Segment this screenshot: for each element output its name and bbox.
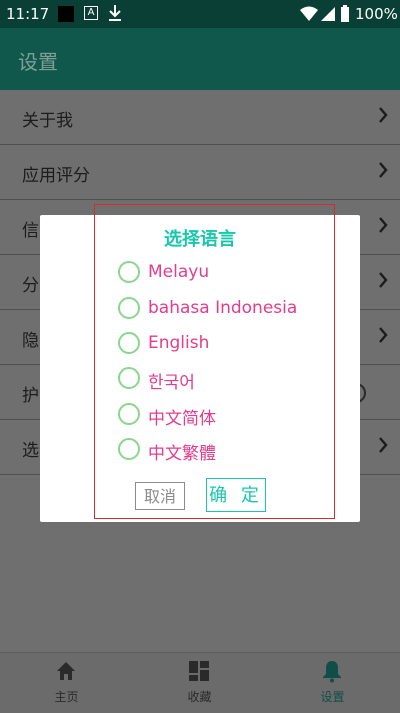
chevron-right-icon	[379, 327, 388, 343]
chevron-right-icon	[379, 107, 388, 123]
language-option-label: 中文繁體	[148, 444, 216, 464]
radio-button[interactable]	[118, 438, 140, 460]
nav-label: 设置	[320, 690, 345, 704]
nav-label: 主页	[54, 690, 79, 704]
focus-highlight-frame	[94, 204, 335, 519]
status-bar: 11:17 A 100%	[0, 0, 400, 28]
bottom-nav: 主页 收藏 设置	[0, 652, 400, 713]
download-icon	[109, 5, 121, 21]
settings-item-label: 选	[22, 441, 39, 461]
settings-item-label: 关于我	[22, 111, 73, 131]
radio-button[interactable]	[118, 332, 140, 354]
language-option-label: English	[148, 333, 210, 353]
radio-button[interactable]	[118, 403, 140, 425]
language-option-label: bahasa Indonesia	[148, 298, 298, 318]
cancel-button[interactable]: 取消	[135, 482, 185, 510]
signal-icon	[321, 7, 335, 21]
radio-button[interactable]	[118, 261, 140, 283]
status-time: 11:17	[6, 5, 50, 23]
app-bar: 设置	[0, 28, 400, 90]
chevron-right-icon	[379, 437, 388, 453]
chevron-right-icon	[379, 217, 388, 233]
confirm-button[interactable]: 确 定	[206, 478, 266, 512]
wifi-icon	[300, 6, 318, 21]
nav-favorites[interactable]: 收藏	[133, 653, 266, 713]
settings-item-label: 隐	[22, 331, 39, 351]
battery-icon	[341, 5, 349, 22]
language-option-label: Melayu	[148, 262, 210, 282]
language-option-label: 한국어	[148, 373, 195, 393]
radio-button[interactable]	[118, 367, 140, 389]
settings-item-label: 护	[22, 386, 39, 406]
nav-settings[interactable]: 设置	[266, 653, 399, 713]
bell-icon	[323, 661, 341, 683]
nav-label: 收藏	[187, 690, 212, 704]
nav-home[interactable]: 主页	[0, 653, 133, 713]
settings-item-label: 应用评分	[22, 166, 90, 186]
notification-a-icon: A	[84, 6, 98, 20]
chevron-right-icon	[379, 162, 388, 178]
settings-item-label: 分	[22, 276, 39, 296]
language-option-label: 中文简体	[148, 409, 216, 429]
dialog-title: 选择语言	[164, 229, 236, 250]
notification-square-icon	[58, 6, 74, 22]
page-title: 设置	[18, 50, 58, 74]
settings-item-about[interactable]: 关于我	[0, 90, 400, 145]
home-icon	[57, 662, 75, 680]
settings-item-label: 信	[22, 221, 39, 241]
settings-item-rate[interactable]: 应用评分	[0, 145, 400, 200]
language-dialog: 选择语言 Melayu bahasa Indonesia English 한국어…	[40, 204, 360, 522]
radio-button[interactable]	[118, 297, 140, 319]
battery-percent: 100%	[355, 5, 398, 23]
chevron-right-icon	[379, 272, 388, 288]
dashboard-icon	[189, 661, 209, 681]
